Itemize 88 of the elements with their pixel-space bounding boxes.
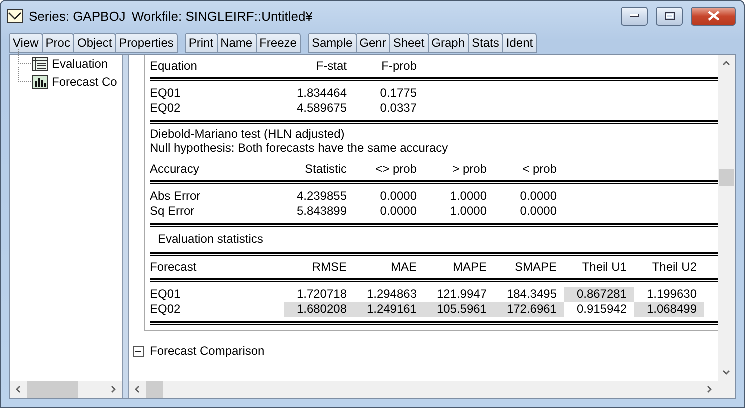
column-header: RMSE	[311, 259, 348, 276]
table-cell-text: 1.294863	[366, 287, 418, 302]
workfile-title: Workfile: SINGLEIRF::Untitled¥	[132, 8, 313, 24]
column-header: Forecast	[150, 259, 198, 276]
scrollbar-thumb[interactable]	[719, 169, 734, 186]
table-cell-text: 1.834464	[296, 86, 348, 101]
table-cell-text: 121.9947	[436, 287, 488, 302]
horizontal-scrollbar[interactable]	[10, 381, 122, 398]
maximize-icon	[664, 12, 674, 20]
column-header: < prob	[522, 161, 558, 178]
table-cell: 1.068499	[634, 302, 704, 317]
table-cell: 1.249161	[354, 302, 424, 317]
row-label: EQ02	[150, 302, 182, 317]
table-cell: 0.867281	[564, 287, 634, 302]
column-header: MAPE	[452, 259, 488, 276]
toolbar-button[interactable]: Proc	[42, 33, 74, 53]
table-cell-text: 0.0337	[379, 101, 418, 116]
window-title: Series: GAPBOJ	[29, 8, 126, 24]
scrollbar-thumb[interactable]	[27, 381, 78, 398]
column-header: F-prob	[380, 58, 418, 75]
column-header: <> prob	[374, 161, 418, 178]
scroll-down-icon[interactable]	[723, 369, 730, 376]
table-caption: Evaluation statistics	[157, 231, 264, 248]
table-cell-text: 4.589675	[296, 101, 348, 116]
toolbar-button[interactable]: Genr	[356, 33, 390, 53]
minimize-button[interactable]	[621, 6, 648, 26]
bar-chart-icon	[32, 75, 48, 89]
tree-item[interactable]: Evaluation	[52, 57, 108, 71]
column-header: Equation	[150, 58, 198, 75]
table-cell-text: 0.915942	[576, 302, 628, 317]
minimize-icon	[630, 14, 639, 18]
horizontal-scrollbar[interactable]	[129, 381, 735, 398]
row-label: Abs Error	[150, 189, 202, 204]
note-text: Diebold-Mariano test (HLN adjusted)	[150, 127, 346, 141]
table-cell-text: 184.3495	[506, 287, 558, 302]
toolbar-button[interactable]: Ident	[502, 33, 538, 53]
toolbar-button[interactable]: Properties	[115, 33, 178, 53]
scroll-right-icon[interactable]	[110, 386, 117, 393]
toolbar-button[interactable]: Graph	[428, 33, 470, 53]
toolbar-button[interactable]: Object	[73, 33, 116, 53]
scroll-up-icon[interactable]	[723, 60, 730, 67]
table-cell: 105.5961	[424, 302, 494, 317]
note-text: Null hypothesis: Both forecasts have the same accuracy	[150, 141, 450, 155]
table-cell-text: 0.0000	[379, 189, 418, 204]
scroll-right-icon[interactable]	[706, 386, 713, 393]
toolbar-button[interactable]: Stats	[468, 33, 504, 53]
tree-item[interactable]: Forecast Co	[52, 75, 118, 89]
column-header: Statistic	[304, 161, 348, 178]
row-label: EQ02	[150, 101, 182, 116]
table-cell-text: 0.1775	[379, 86, 418, 101]
column-header: Accuracy	[150, 161, 200, 178]
scroll-left-icon[interactable]	[15, 386, 22, 393]
vertical-scrollbar[interactable]	[718, 55, 735, 381]
column-header: > prob	[452, 161, 488, 178]
column-header: F-stat	[315, 58, 348, 75]
column-header: SMAPE	[514, 259, 558, 276]
toolbar-button[interactable]: Sample	[308, 33, 357, 53]
table-cell-text: 1.0000	[449, 189, 488, 204]
toolbar-button[interactable]: Name	[216, 33, 257, 53]
chart-window-icon	[7, 9, 23, 23]
toolbar-button[interactable]: View	[9, 33, 43, 53]
maximize-button[interactable]	[656, 6, 683, 26]
column-header: Theil U1	[581, 259, 628, 276]
table-cell: 1.680208	[284, 302, 354, 317]
toolbar-button[interactable]: Sheet	[389, 33, 429, 53]
table-cell-text: 1.199630	[646, 287, 698, 302]
table-cell-text: 0.0000	[519, 189, 558, 204]
row-label: EQ01	[150, 86, 182, 101]
close-icon	[708, 11, 720, 21]
table-cell-text: 5.843899	[296, 204, 348, 219]
toolbar-button[interactable]: Print	[184, 33, 218, 53]
toolbar-button[interactable]: Freeze	[256, 33, 301, 53]
row-label: EQ01	[150, 287, 182, 302]
section-title[interactable]: Forecast Comparison	[150, 344, 265, 358]
table-cell-text: 0.0000	[379, 204, 418, 219]
scroll-left-icon[interactable]	[134, 386, 141, 393]
table-cell-text: 0.0000	[519, 204, 558, 219]
table-icon	[32, 57, 48, 71]
column-header: MAE	[390, 259, 418, 276]
table-cell: 172.6961	[494, 302, 564, 317]
table-cell-text: 4.239855	[296, 189, 348, 204]
close-button[interactable]	[691, 6, 736, 26]
column-header: Theil U2	[651, 259, 698, 276]
row-label: Sq Error	[150, 204, 196, 219]
table-cell-text: 1.0000	[449, 204, 488, 219]
table-cell-text: 1.720718	[296, 287, 348, 302]
collapse-icon[interactable]	[133, 346, 144, 356]
scrollbar-thumb[interactable]	[146, 381, 163, 398]
